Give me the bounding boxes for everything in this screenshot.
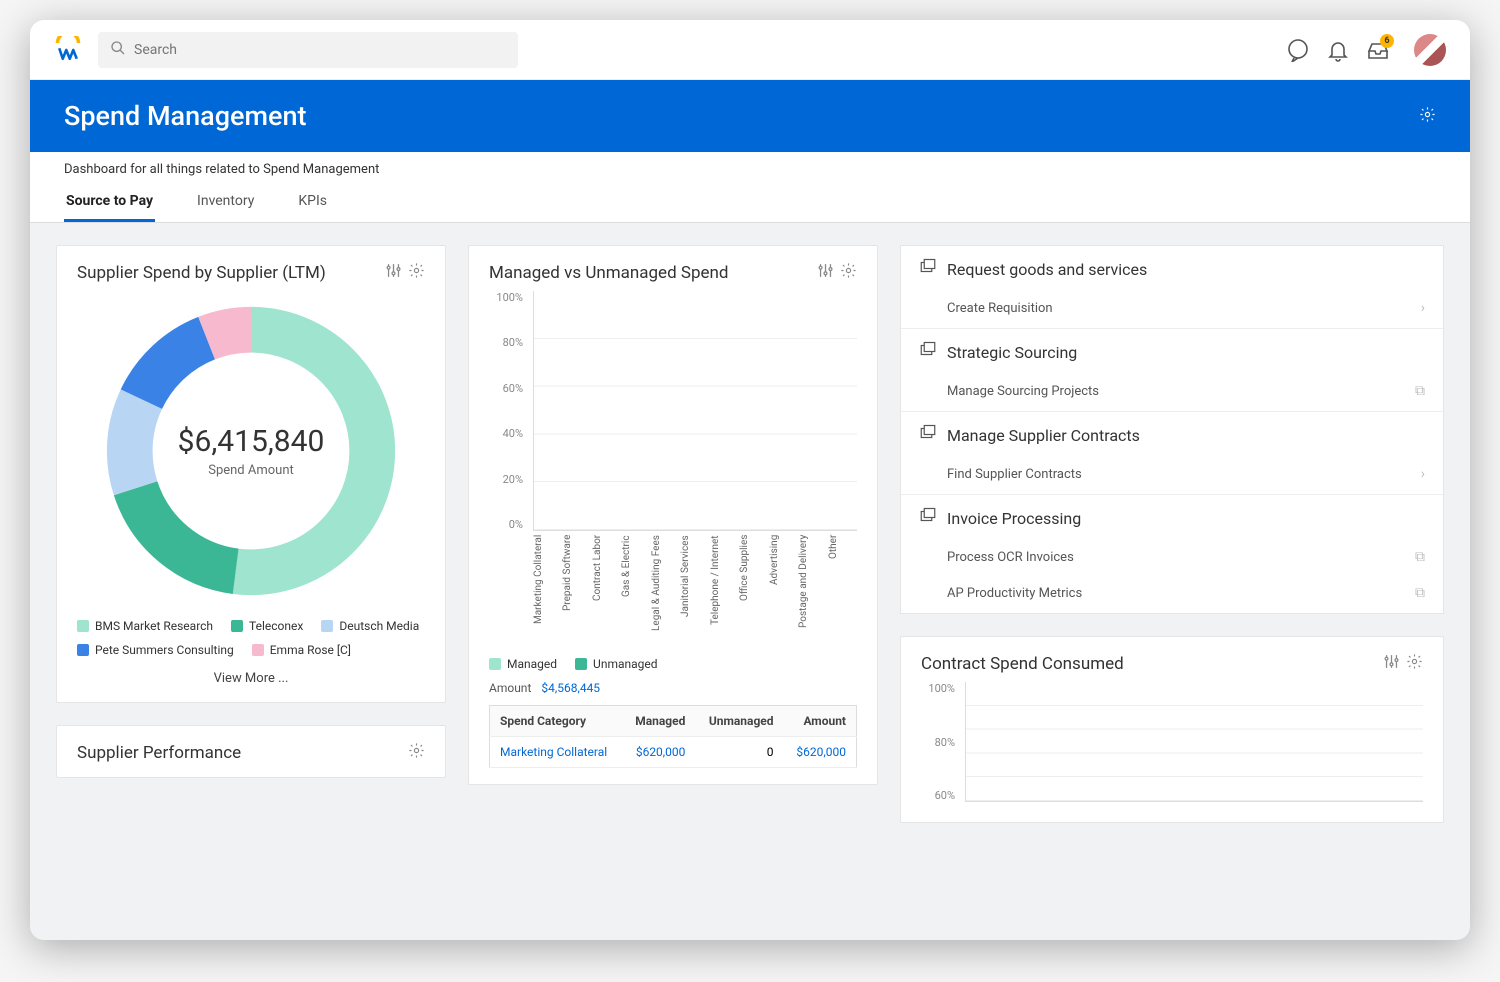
donut-chart: $6,415,840 Spend Amount <box>91 291 411 611</box>
card-contract-spend: Contract Spend Consumed 100%80%60% <box>900 636 1444 823</box>
tab-inventory[interactable]: Inventory <box>195 183 256 222</box>
cell[interactable]: $620,000 <box>784 737 857 768</box>
card-title: Managed vs Unmanaged Spend <box>489 263 729 283</box>
page-subtitle: Dashboard for all things related to Spen… <box>30 152 1470 177</box>
external-link-icon: ⧉ <box>1415 549 1425 565</box>
external-link-icon: ⧉ <box>1415 383 1425 399</box>
bell-icon[interactable] <box>1326 38 1350 62</box>
legend-item: Pete Summers Consulting <box>77 643 234 657</box>
action-section-header: Invoice Processing <box>901 494 1443 541</box>
amount-summary: Amount$4,568,445 <box>489 681 857 695</box>
search-box[interactable] <box>98 32 518 68</box>
gear-icon[interactable] <box>408 742 425 763</box>
gear-icon[interactable] <box>1406 653 1423 674</box>
window-stack-icon <box>919 341 937 363</box>
tab-kpis[interactable]: KPIs <box>296 183 329 222</box>
contract-barchart: 100%80%60% <box>921 682 1423 802</box>
sliders-icon[interactable] <box>385 262 402 283</box>
page-title: Spend Management <box>64 100 306 132</box>
cell: 0 <box>695 737 783 768</box>
action-link[interactable]: Create Requisition› <box>901 292 1443 328</box>
inbox-badge: 6 <box>1380 34 1394 48</box>
cell[interactable]: $620,000 <box>622 737 695 768</box>
action-link[interactable]: Process OCR Invoices⧉ <box>901 541 1443 577</box>
legend-item: Deutsch Media <box>321 619 419 633</box>
window-stack-icon <box>919 507 937 529</box>
search-icon <box>110 40 126 60</box>
card-supplier-performance: Supplier Performance <box>56 725 446 778</box>
card-title: Contract Spend Consumed <box>921 654 1124 674</box>
legend-item: BMS Market Research <box>77 619 213 633</box>
inbox-icon[interactable]: 6 <box>1366 38 1390 62</box>
app-window: 6 Spend Management Dashboard for all thi… <box>30 20 1470 940</box>
action-section-header: Request goods and services <box>901 246 1443 292</box>
sliders-icon[interactable] <box>1383 653 1400 674</box>
col-header: Amount <box>784 706 857 737</box>
managed-barchart: 100%80%60%40%20%0% <box>489 291 857 531</box>
spend-table: Spend CategoryManagedUnmanagedAmount Mar… <box>489 705 857 768</box>
legend-item: Emma Rose [C] <box>252 643 351 657</box>
card-supplier-spend: Supplier Spend by Supplier (LTM) $6,415,… <box>56 245 446 703</box>
donut-value: $6,415,840 <box>178 424 325 459</box>
window-stack-icon <box>919 258 937 280</box>
tab-source-to-pay[interactable]: Source to Pay <box>64 183 155 222</box>
external-link-icon: ⧉ <box>1415 585 1425 601</box>
page-header: Spend Management <box>30 80 1470 152</box>
chevron-right-icon: › <box>1421 466 1425 482</box>
donut-label: Spend Amount <box>208 463 294 478</box>
legend-managed: Managed <box>489 657 557 671</box>
donut-legend: BMS Market Research Teleconex Deutsch Medi… <box>77 619 425 657</box>
col-header: Managed <box>622 706 695 737</box>
card-title: Supplier Performance <box>77 743 241 763</box>
col-header: Unmanaged <box>695 706 783 737</box>
actions-panel: Request goods and servicesCreate Requisi… <box>900 245 1444 614</box>
action-section-header: Strategic Sourcing <box>901 328 1443 375</box>
action-link[interactable]: Manage Sourcing Projects⧉ <box>901 375 1443 411</box>
content: Supplier Spend by Supplier (LTM) $6,415,… <box>30 223 1470 940</box>
window-stack-icon <box>919 424 937 446</box>
workday-logo-icon <box>54 36 82 64</box>
legend-unmanaged: Unmanaged <box>575 657 657 671</box>
gear-icon[interactable] <box>408 262 425 283</box>
gear-icon[interactable] <box>1419 106 1436 127</box>
action-link[interactable]: AP Productivity Metrics⧉ <box>901 577 1443 613</box>
cell[interactable]: Marketing Collateral <box>490 737 623 768</box>
gear-icon[interactable] <box>840 262 857 283</box>
avatar[interactable] <box>1414 34 1446 66</box>
chevron-right-icon: › <box>1421 300 1425 316</box>
topbar: 6 <box>30 20 1470 80</box>
search-input[interactable] <box>134 42 506 58</box>
view-more-link[interactable]: View More ... <box>77 671 425 686</box>
card-title: Supplier Spend by Supplier (LTM) <box>77 263 326 283</box>
legend-item: Teleconex <box>231 619 303 633</box>
action-link[interactable]: Find Supplier Contracts› <box>901 458 1443 494</box>
tabs: Source to Pay Inventory KPIs <box>30 183 1470 223</box>
sliders-icon[interactable] <box>817 262 834 283</box>
col-header: Spend Category <box>490 706 623 737</box>
chat-icon[interactable] <box>1286 38 1310 62</box>
action-section-header: Manage Supplier Contracts <box>901 411 1443 458</box>
card-managed-spend: Managed vs Unmanaged Spend 100%80%60%40%… <box>468 245 878 785</box>
